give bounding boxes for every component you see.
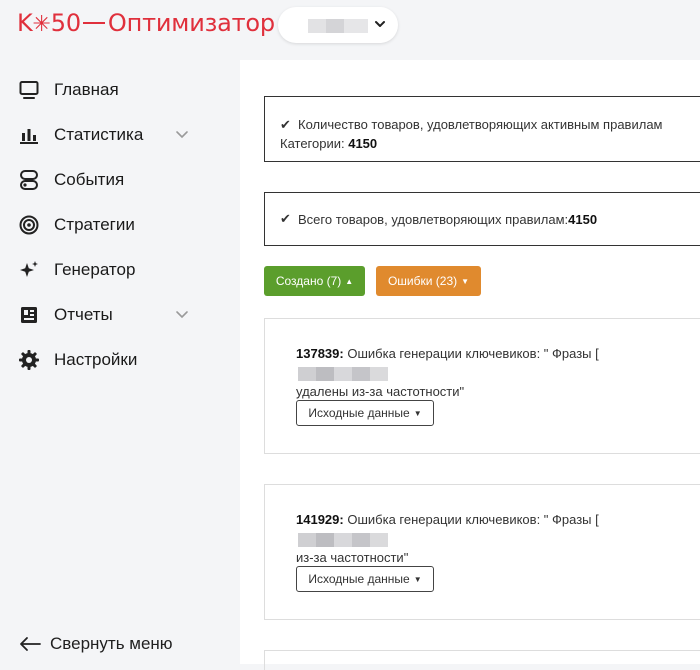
chevron-down-icon — [176, 311, 188, 319]
error-text-start: Ошибка генерации ключевиков: " Фразы [ — [347, 346, 599, 361]
logo-name: Оптимизатор — [107, 9, 275, 37]
sidebar-item-label: Генератор — [54, 260, 136, 279]
bar-chart-icon — [18, 124, 40, 146]
collapse-menu-label: Свернуть меню — [50, 634, 173, 653]
errors-dropdown-button[interactable]: Ошибки (23) ▼ — [376, 266, 481, 296]
source-data-button[interactable]: Исходные данные ▼ — [296, 566, 434, 592]
redacted-phrase — [298, 532, 388, 547]
sidebar-item-label: Стратегии — [54, 215, 135, 234]
project-selector[interactable] — [278, 7, 398, 43]
chevron-down-icon — [375, 21, 385, 27]
target-icon — [18, 214, 40, 236]
error-id: 141929: — [296, 512, 344, 527]
sidebar-item-home[interactable]: Главная — [18, 75, 198, 105]
source-data-button[interactable]: Исходные данные ▼ — [296, 400, 434, 426]
sidebar-item-label: События — [54, 170, 125, 189]
sidebar-item-label: Статистика — [54, 125, 144, 144]
total-value: 4150 — [568, 211, 598, 227]
error-card: 141929: Ошибка генерации ключевиков: " Ф… — [264, 484, 700, 620]
arrow-left-icon — [20, 637, 41, 651]
caret-down-icon: ▼ — [413, 408, 422, 418]
check-icon: ✔ — [280, 117, 291, 132]
error-text-end: удалены из-за частотности" — [296, 384, 465, 399]
active-rules-text: Количество товаров, удовлетворяющих акти… — [298, 117, 663, 132]
app-logo[interactable]: K✳50 Оптимизатор — [17, 9, 275, 37]
main-content: ✔ Количество товаров, удовлетворяющих акт… — [240, 60, 700, 670]
top-bar: K✳50 Оптимизатор — [0, 0, 700, 60]
sidebar-item-label: Отчеты — [54, 305, 113, 324]
gear-icon — [18, 349, 40, 371]
active-rules-info: ✔ Количество товаров, удовлетворяющих акт… — [264, 96, 700, 162]
sidebar-item-generator[interactable]: Генератор — [18, 255, 198, 285]
sidebar-item-label: Настройки — [54, 350, 138, 369]
sidebar: Главная Статистика События Стратегии Ген… — [0, 60, 213, 664]
error-text-start: Ошибка генерации ключевиков: " Фразы [ — [347, 512, 599, 527]
logo-star-icon: ✳ — [32, 12, 51, 37]
logo-dash — [82, 22, 105, 24]
created-label: Создано (7) — [275, 274, 342, 288]
check-icon: ✔ — [280, 211, 291, 226]
project-name-redacted — [308, 19, 368, 33]
created-dropdown-button[interactable]: Создано (7) ▲ — [264, 266, 365, 296]
collapse-menu-button[interactable]: Свернуть меню — [18, 634, 173, 654]
sidebar-item-reports[interactable]: Отчеты — [18, 300, 198, 330]
source-data-label: Исходные данные — [308, 572, 410, 586]
total-rules-info: ✔ Всего товаров, удовлетворяющих правилам… — [264, 192, 700, 246]
categories-label: Категории: — [280, 136, 349, 151]
chevron-down-icon — [176, 131, 188, 139]
source-data-label: Исходные данные — [308, 406, 410, 420]
sidebar-item-settings[interactable]: Настройки — [18, 345, 198, 375]
error-card: 137839: Ошибка генерации ключевиков: " Ф… — [264, 318, 700, 454]
sidebar-item-strategies[interactable]: Стратегии — [18, 210, 198, 240]
error-message: 137839: Ошибка генерации ключевиков: " Ф… — [296, 344, 626, 401]
caret-down-icon: ▼ — [413, 574, 422, 584]
total-label: Всего товаров, удовлетворяющих правилам: — [298, 211, 569, 227]
redacted-phrase — [298, 366, 388, 381]
categories-value: 4150 — [348, 136, 378, 151]
events-icon — [18, 169, 40, 191]
sidebar-item-statistics[interactable]: Статистика — [18, 120, 198, 150]
monitor-icon — [18, 79, 40, 101]
error-text-end: из-за частотности" — [296, 550, 409, 565]
error-id: 137839: — [296, 346, 344, 361]
sidebar-item-label: Главная — [54, 80, 119, 99]
logo-number: 50 — [50, 9, 81, 37]
caret-up-icon: ▲ — [345, 276, 354, 286]
errors-label: Ошибки (23) — [387, 274, 458, 288]
error-message: 141929: Ошибка генерации ключевиков: " Ф… — [296, 510, 626, 567]
caret-down-icon: ▼ — [461, 276, 470, 286]
sparkles-icon — [18, 259, 40, 281]
error-card-partial — [264, 650, 700, 670]
sidebar-item-events[interactable]: События — [18, 165, 198, 195]
logo-prefix: K — [17, 9, 33, 37]
report-icon — [18, 304, 40, 326]
